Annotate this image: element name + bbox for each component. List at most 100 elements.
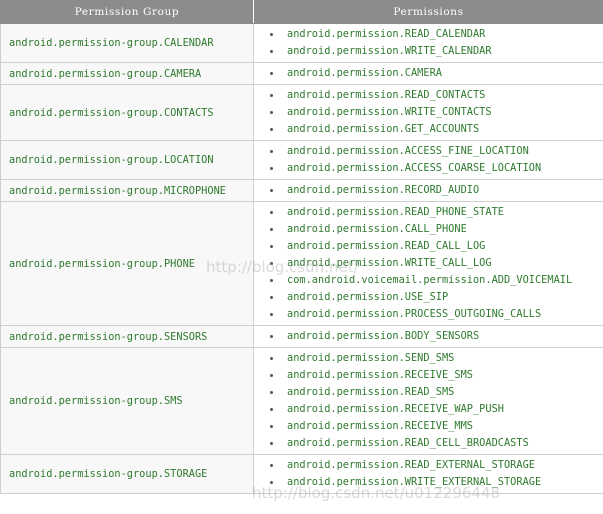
bullet-icon: [270, 228, 273, 231]
bullet-icon: [270, 313, 273, 316]
bullet-icon: [270, 357, 273, 360]
permission-name: android.permission.GET_ACCOUNTS: [287, 123, 480, 135]
bullet-icon: [270, 167, 273, 170]
table-row: android.permission-group.PHONE android.pe…: [0, 201, 603, 326]
permissions-cell: android.permission.SEND_SMS android.permi…: [253, 347, 603, 455]
permission-group-cell: android.permission-group.LOCATION: [0, 140, 254, 180]
permission-name: android.permission.WRITE_EXTERNAL_STORAG…: [287, 476, 542, 488]
permission-list-item: android.permission.READ_CELL_BROADCASTS: [268, 435, 603, 452]
permission-list-item: android.permission.WRITE_CALENDAR: [268, 43, 603, 60]
bullet-icon: [270, 279, 273, 282]
permission-group-cell: android.permission-group.CONTACTS: [0, 84, 254, 141]
permission-name: android.permission.READ_PHONE_STATE: [287, 206, 504, 218]
permission-list-item: android.permission.RECEIVE_MMS: [268, 418, 603, 435]
permission-list-item: android.permission.WRITE_CALL_LOG: [268, 255, 603, 272]
permission-name: android.permission.READ_CALL_LOG: [287, 240, 486, 252]
bullet-icon: [270, 296, 273, 299]
permissions-table: Permission Group Permissions android.per…: [0, 0, 603, 494]
bullet-icon: [270, 111, 273, 114]
bullet-icon: [270, 50, 273, 53]
table-row: android.permission-group.CONTACTS android…: [0, 84, 603, 141]
permission-name: android.permission.WRITE_CALL_LOG: [287, 257, 492, 269]
permission-name: android.permission.READ_CONTACTS: [287, 89, 486, 101]
table-row: android.permission-group.SMS android.perm…: [0, 347, 603, 455]
permission-list-item: android.permission.READ_CALL_LOG: [268, 238, 603, 255]
bullet-icon: [270, 245, 273, 248]
permission-list-item: android.permission.READ_CALENDAR: [268, 26, 603, 43]
permission-list-item: android.permission.RECEIVE_SMS: [268, 367, 603, 384]
permission-name: android.permission.READ_CELL_BROADCASTS: [287, 437, 529, 449]
bullet-icon: [270, 425, 273, 428]
table-row: android.permission-group.LOCATION android…: [0, 140, 603, 180]
permission-list: android.permission.READ_PHONE_STATEandro…: [268, 202, 603, 325]
permission-list-item: android.permission.WRITE_CONTACTS: [268, 104, 603, 121]
header-permissions: Permissions: [253, 0, 603, 24]
permission-list-item: android.permission.BODY_SENSORS: [268, 328, 603, 345]
bullet-icon: [270, 481, 273, 484]
bullet-icon: [270, 33, 273, 36]
bullet-icon: [270, 374, 273, 377]
table-row: android.permission-group.STORAGE android.…: [0, 454, 603, 494]
permission-list-item: android.permission.READ_CONTACTS: [268, 87, 603, 104]
bullet-icon: [270, 128, 273, 131]
permission-list-item: android.permission.USE_SIP: [268, 289, 603, 306]
permission-list-item: android.permission.GET_ACCOUNTS: [268, 121, 603, 138]
bullet-icon: [270, 408, 273, 411]
permissions-cell: android.permission.ACCESS_FINE_LOCATION a…: [253, 140, 603, 180]
permission-list-item: android.permission.READ_EXTERNAL_STORAGE: [268, 457, 603, 474]
permission-list-item: android.permission.READ_PHONE_STATE: [268, 204, 603, 221]
permission-group-cell: android.permission-group.SMS: [0, 347, 254, 455]
bullet-icon: [270, 262, 273, 265]
bullet-icon: [270, 391, 273, 394]
bullet-icon: [270, 442, 273, 445]
permission-list-item: android.permission.CALL_PHONE: [268, 221, 603, 238]
permission-name: android.permission.WRITE_CONTACTS: [287, 106, 492, 118]
permission-name: android.permission.BODY_SENSORS: [287, 330, 480, 342]
permission-name: android.permission.ACCESS_COARSE_LOCATIO…: [287, 162, 542, 174]
table-row: android.permission-group.CALENDAR android…: [0, 23, 603, 63]
header-permission-group: Permission Group: [0, 0, 254, 24]
permission-list-item: android.permission.PROCESS_OUTGOING_CALL…: [268, 306, 603, 323]
permission-group-cell: android.permission-group.STORAGE: [0, 454, 254, 494]
permission-name: android.permission.READ_CALENDAR: [287, 28, 486, 40]
permission-list: android.permission.ACCESS_FINE_LOCATION a…: [268, 141, 603, 179]
permission-list-item: com.android.voicemail.permission.ADD_VOI…: [268, 272, 603, 289]
permission-name: android.permission.RECORD_AUDIO: [287, 184, 480, 196]
permission-list-item: android.permission.ACCESS_COARSE_LOCATIO…: [268, 160, 603, 177]
bullet-icon: [270, 464, 273, 467]
permission-list-item: android.permission.RECEIVE_WAP_PUSH: [268, 401, 603, 418]
permission-group-cell: android.permission-group.PHONE: [0, 201, 254, 326]
bullet-icon: [270, 189, 273, 192]
permission-list: android.permission.READ_CONTACTS android.…: [268, 85, 603, 140]
permissions-cell: android.permission.READ_CALENDAR android.…: [253, 23, 603, 63]
permission-name: com.android.voicemail.permission.ADD_VOI…: [287, 274, 573, 286]
permission-list: android.permission.READ_CALENDAR android.…: [268, 24, 603, 62]
bullet-icon: [270, 211, 273, 214]
permission-group-cell: android.permission-group.CALENDAR: [0, 23, 254, 63]
bullet-icon: [270, 150, 273, 153]
permission-group-cell: android.permission-group.CAMERA: [0, 62, 254, 85]
bullet-icon: [270, 94, 273, 97]
permission-list-item: android.permission.WRITE_EXTERNAL_STORAG…: [268, 474, 603, 491]
permission-list: android.permission.BODY_SENSORS: [268, 326, 603, 347]
table-header-row: Permission Group Permissions: [0, 0, 603, 24]
permission-list: android.permission.SEND_SMS android.permi…: [268, 348, 603, 454]
permissions-cell: android.permission.CAMERA: [253, 62, 603, 85]
permission-name: android.permission.READ_SMS: [287, 386, 455, 398]
permission-name: android.permission.PROCESS_OUTGOING_CALL…: [287, 308, 542, 320]
permission-list-item: android.permission.RECORD_AUDIO: [268, 182, 603, 199]
permission-list: android.permission.READ_EXTERNAL_STORAGE…: [268, 455, 603, 493]
permissions-cell: android.permission.RECORD_AUDIO: [253, 179, 603, 202]
permission-list-item: android.permission.CAMERA: [268, 65, 603, 82]
permissions-cell: android.permission.READ_CONTACTS android.…: [253, 84, 603, 141]
bullet-icon: [270, 72, 273, 75]
permission-name: android.permission.CAMERA: [287, 67, 442, 79]
permission-name: android.permission.RECEIVE_MMS: [287, 420, 473, 432]
permission-group-cell: android.permission-group.SENSORS: [0, 325, 254, 348]
permission-list-item: android.permission.READ_SMS: [268, 384, 603, 401]
permissions-cell: android.permission.BODY_SENSORS: [253, 325, 603, 348]
bullet-icon: [270, 335, 273, 338]
permission-name: android.permission.SEND_SMS: [287, 352, 455, 364]
permission-name: android.permission.CALL_PHONE: [287, 223, 467, 235]
permission-list: android.permission.RECORD_AUDIO: [268, 180, 603, 201]
